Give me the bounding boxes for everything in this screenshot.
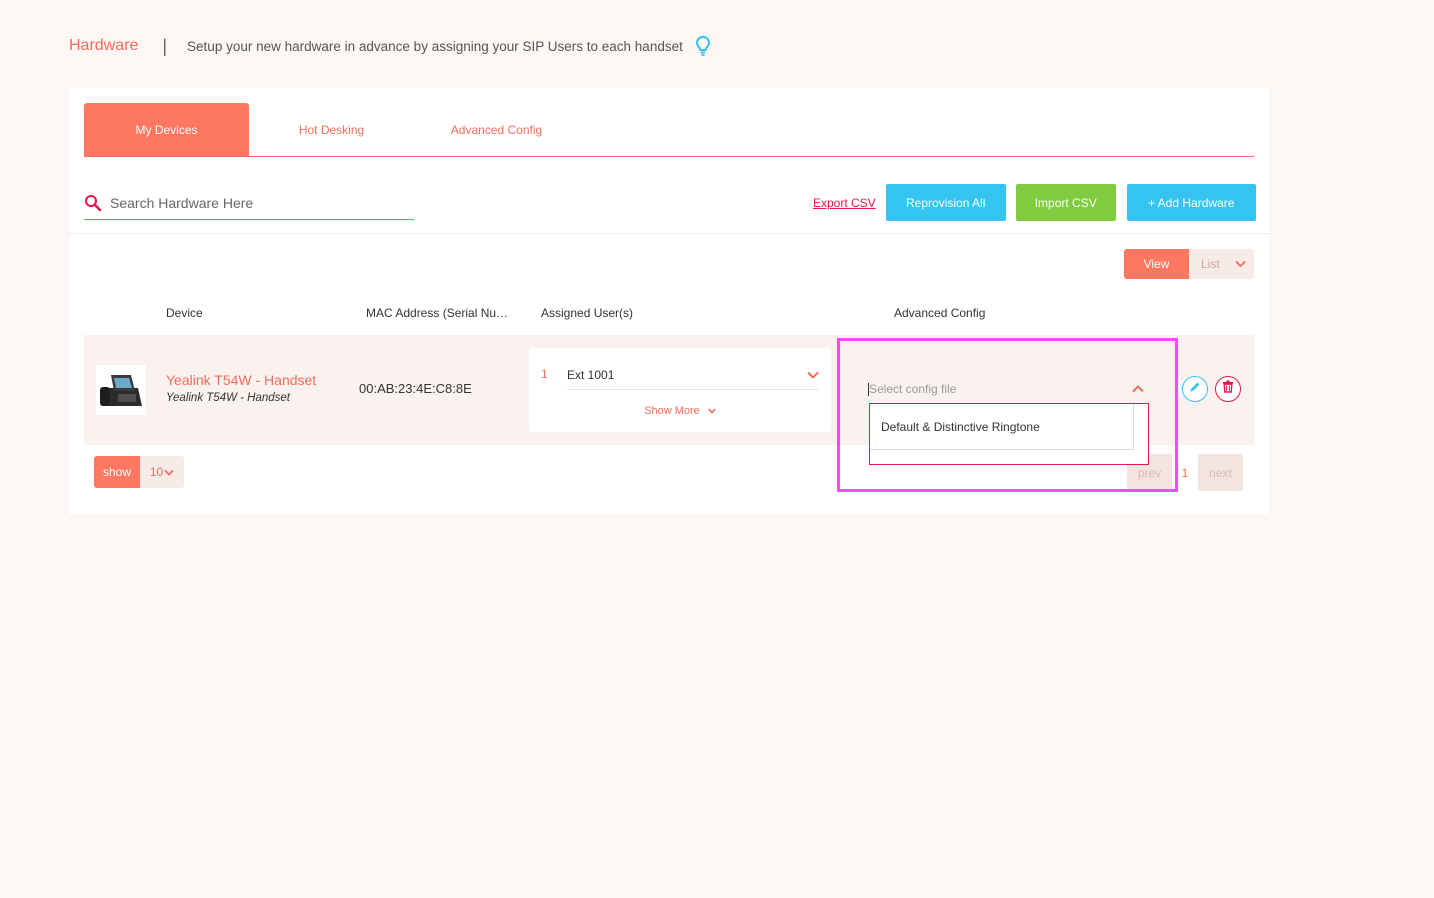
- chevron-down-icon: [164, 465, 174, 479]
- page-size-select[interactable]: 10: [140, 456, 184, 488]
- user-value: Ext 1001: [567, 367, 615, 382]
- tab-bar: My Devices Hot Desking Advanced Config: [84, 103, 1254, 157]
- mac-address: 00:AB:23:4E:C8:8E: [359, 381, 472, 396]
- edit-button[interactable]: [1182, 376, 1208, 402]
- user-index: 1: [541, 367, 548, 381]
- show-more-button[interactable]: Show More: [529, 405, 831, 417]
- show-more-label: Show More: [644, 405, 700, 417]
- device-image: [96, 365, 146, 415]
- column-header-users: Assigned User(s): [541, 306, 634, 320]
- config-placeholder: Select config file: [869, 382, 957, 396]
- header-separator: |: [162, 35, 168, 56]
- toolbar: Export CSV Reprovision All Import CSV + …: [813, 184, 1256, 221]
- config-select[interactable]: Select config file: [868, 378, 1144, 400]
- tab-advanced-config[interactable]: Advanced Config: [414, 103, 579, 156]
- pencil-icon: [1188, 380, 1202, 399]
- config-dropdown-menu: Default & Distinctive Ringtone: [869, 403, 1149, 465]
- page-header: Hardware | Setup your new hardware in ad…: [69, 34, 711, 58]
- lightbulb-icon[interactable]: [695, 35, 711, 57]
- delete-button[interactable]: [1215, 376, 1241, 402]
- list-select[interactable]: List: [1189, 249, 1254, 279]
- chevron-down-icon: [1235, 257, 1246, 271]
- column-header-device: Device: [166, 306, 203, 320]
- tab-my-devices[interactable]: My Devices: [84, 103, 249, 156]
- show-label: show: [94, 456, 140, 488]
- chevron-up-icon[interactable]: [1132, 382, 1144, 396]
- tab-hot-desking[interactable]: Hot Desking: [249, 103, 414, 156]
- page-subtitle: Setup your new hardware in advance by as…: [187, 38, 683, 54]
- search-input[interactable]: [110, 195, 400, 211]
- user-select[interactable]: Ext 1001: [567, 360, 819, 390]
- add-hardware-button[interactable]: + Add Hardware: [1126, 184, 1256, 221]
- search-icon: [84, 194, 106, 212]
- page-size-control: show 10: [94, 456, 184, 488]
- reprovision-all-button[interactable]: Reprovision All: [885, 184, 1006, 221]
- column-header-config: Advanced Config: [894, 306, 986, 320]
- next-button[interactable]: next: [1198, 454, 1243, 491]
- chevron-down-icon: [708, 405, 716, 417]
- divider: [69, 233, 1269, 234]
- config-input[interactable]: Select config file: [868, 382, 956, 396]
- page-size-value: 10: [149, 465, 164, 479]
- assigned-users: 1 Ext 1001 Show More: [529, 348, 831, 432]
- view-button[interactable]: View: [1124, 249, 1189, 279]
- trash-icon: [1222, 380, 1234, 398]
- device-model: Yealink T54W - Handset: [166, 392, 291, 404]
- chevron-down-icon: [807, 368, 819, 382]
- page-title: Hardware: [69, 37, 139, 54]
- column-header-mac: MAC Address (Serial Nu…: [366, 306, 509, 320]
- config-option[interactable]: Default & Distinctive Ringtone: [870, 404, 1134, 450]
- search-bar: [84, 187, 414, 220]
- device-name[interactable]: Yealink T54W - Handset: [166, 372, 316, 388]
- list-label: List: [1201, 257, 1220, 271]
- export-csv-link[interactable]: Export CSV: [813, 196, 876, 210]
- view-toggle: View List: [1124, 249, 1254, 279]
- import-csv-button[interactable]: Import CSV: [1015, 184, 1116, 221]
- current-page[interactable]: 1: [1172, 466, 1198, 480]
